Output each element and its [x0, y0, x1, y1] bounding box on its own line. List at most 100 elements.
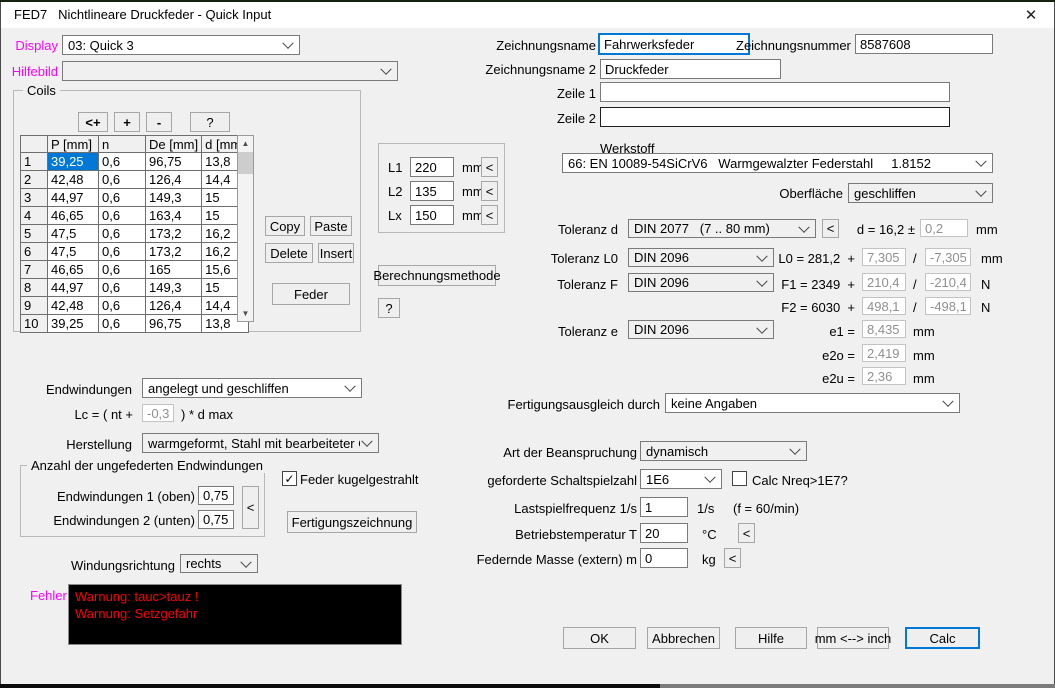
coils-remove-button[interactable]: -: [146, 112, 172, 132]
cell[interactable]: 165: [146, 261, 202, 279]
row-header[interactable]: 4: [21, 207, 48, 225]
cell[interactable]: 46,65: [48, 207, 99, 225]
cell[interactable]: 47,5: [48, 225, 99, 243]
row-header[interactable]: 5: [21, 225, 48, 243]
close-icon[interactable]: ✕: [1008, 2, 1054, 28]
cell[interactable]: 173,2: [146, 243, 202, 261]
l2-field[interactable]: [410, 181, 454, 201]
cell[interactable]: 96,75: [146, 315, 202, 333]
zeile2-field[interactable]: [600, 107, 950, 127]
berechnungsmethode-button[interactable]: Berechnungsmethode: [378, 265, 496, 286]
cell[interactable]: 0,6: [99, 297, 146, 315]
zeichnungsname2-field[interactable]: [600, 59, 781, 79]
row-header[interactable]: 6: [21, 243, 48, 261]
toleranz-e-select[interactable]: DIN 2096: [628, 320, 774, 339]
cell[interactable]: 0,6: [99, 261, 146, 279]
cell[interactable]: 126,4: [146, 171, 202, 189]
cell[interactable]: 173,2: [146, 225, 202, 243]
cell[interactable]: 47,5: [48, 243, 99, 261]
column-header[interactable]: [21, 136, 48, 153]
row-header[interactable]: 7: [21, 261, 48, 279]
calc-nreq-checkbox[interactable]: [732, 471, 747, 486]
federnde-masse-field[interactable]: [640, 548, 688, 568]
cell[interactable]: 42,48: [48, 297, 99, 315]
cell[interactable]: 39,25: [48, 153, 99, 171]
herstellung-select[interactable]: warmgeformt, Stahl mit bearbeiteter Ober…: [142, 433, 379, 453]
row-header[interactable]: 10: [21, 315, 48, 333]
row-header[interactable]: 1: [21, 153, 48, 171]
endwindungen-select[interactable]: angelegt und geschliffen: [142, 378, 362, 398]
coils-add-button[interactable]: +: [114, 112, 140, 132]
cell[interactable]: 0,6: [99, 207, 146, 225]
calc-button[interactable]: Calc: [905, 627, 980, 649]
zeichnungsnummer-field[interactable]: [855, 34, 993, 54]
scrollbar-thumb[interactable]: [238, 152, 253, 174]
cell[interactable]: 39,25: [48, 315, 99, 333]
art-der-beanspruchung-select[interactable]: dynamisch: [640, 441, 807, 461]
endwindungen-pick-button[interactable]: <: [242, 486, 259, 529]
display-select[interactable]: 03: Quick 3: [62, 35, 300, 55]
lx-field[interactable]: [410, 205, 454, 225]
column-header[interactable]: n: [99, 136, 146, 153]
abbrechen-button[interactable]: Abbrechen: [647, 627, 720, 649]
toleranz-d-select[interactable]: DIN 2077 (7 .. 80 mm): [628, 219, 816, 238]
toleranz-l0-select[interactable]: DIN 2096: [628, 248, 774, 267]
copy-button[interactable]: Copy: [265, 216, 305, 236]
cell[interactable]: 0,6: [99, 225, 146, 243]
endwindungen2-field[interactable]: [198, 510, 234, 529]
cell[interactable]: 149,3: [146, 279, 202, 297]
zeile1-field[interactable]: [600, 82, 950, 102]
l1-pick-button[interactable]: <: [481, 157, 498, 177]
betriebstemperatur-field[interactable]: [640, 523, 688, 543]
betriebstemperatur-pick-button[interactable]: <: [738, 523, 755, 543]
cell[interactable]: 0,6: [99, 279, 146, 297]
fertigungszeichnung-button[interactable]: Fertigungszeichnung: [287, 511, 417, 533]
column-header[interactable]: De [mm]: [146, 136, 202, 153]
cell[interactable]: 46,65: [48, 261, 99, 279]
toleranz-d-pick-button[interactable]: <: [822, 219, 839, 238]
cell[interactable]: 163,4: [146, 207, 202, 225]
zeichnungsname-field[interactable]: [598, 33, 750, 55]
schaltspielzahl-select[interactable]: 1E6: [640, 469, 722, 489]
cell[interactable]: 0,6: [99, 153, 146, 171]
cell[interactable]: 96,75: [146, 153, 202, 171]
paste-button[interactable]: Paste: [310, 216, 352, 236]
mm-inch-toggle-button[interactable]: mm <--> inch: [817, 627, 889, 649]
hilfe-button[interactable]: Hilfe: [735, 627, 807, 649]
windungsrichtung-select[interactable]: rechts: [180, 554, 258, 573]
cell[interactable]: 42,48: [48, 171, 99, 189]
row-header[interactable]: 8: [21, 279, 48, 297]
hilfebild-select[interactable]: [62, 61, 398, 81]
fertigungsausgleich-select[interactable]: keine Angaben: [665, 393, 960, 413]
delete-button[interactable]: Delete: [265, 243, 313, 263]
row-header[interactable]: 9: [21, 297, 48, 315]
coils-table[interactable]: P [mm]nDe [mm]d [mm] 139,250,696,7513,82…: [20, 135, 249, 333]
werkstoff-select[interactable]: 66: EN 10089-54SiCrV6 Warmgewalzter Fede…: [562, 153, 993, 173]
oberflaeche-select[interactable]: geschliffen: [848, 183, 993, 203]
endwindungen1-field[interactable]: [198, 486, 234, 505]
method-help-button[interactable]: ?: [378, 298, 400, 318]
column-header[interactable]: P [mm]: [48, 136, 99, 153]
scroll-down-icon[interactable]: ▼: [238, 306, 253, 321]
cell[interactable]: 149,3: [146, 189, 202, 207]
feder-button[interactable]: Feder: [272, 283, 350, 305]
cell[interactable]: 0,6: [99, 315, 146, 333]
lastspielfrequenz-field[interactable]: [640, 497, 688, 517]
cell[interactable]: 44,97: [48, 279, 99, 297]
coils-help-button[interactable]: ?: [190, 112, 230, 132]
l2-pick-button[interactable]: <: [481, 181, 498, 201]
l1-field[interactable]: [410, 157, 454, 177]
cell[interactable]: 0,6: [99, 189, 146, 207]
row-header[interactable]: 2: [21, 171, 48, 189]
lx-pick-button[interactable]: <: [481, 205, 498, 225]
row-header[interactable]: 3: [21, 189, 48, 207]
cell[interactable]: 0,6: [99, 171, 146, 189]
kugelgestrahlt-checkbox[interactable]: ✓: [282, 471, 297, 486]
coils-add-left-button[interactable]: <+: [78, 112, 108, 132]
toleranz-f-select[interactable]: DIN 2096: [628, 273, 774, 292]
cell[interactable]: 0,6: [99, 243, 146, 261]
scroll-up-icon[interactable]: ▲: [238, 136, 253, 151]
insert-button[interactable]: Insert: [318, 243, 354, 263]
cell[interactable]: 44,97: [48, 189, 99, 207]
cell[interactable]: 126,4: [146, 297, 202, 315]
